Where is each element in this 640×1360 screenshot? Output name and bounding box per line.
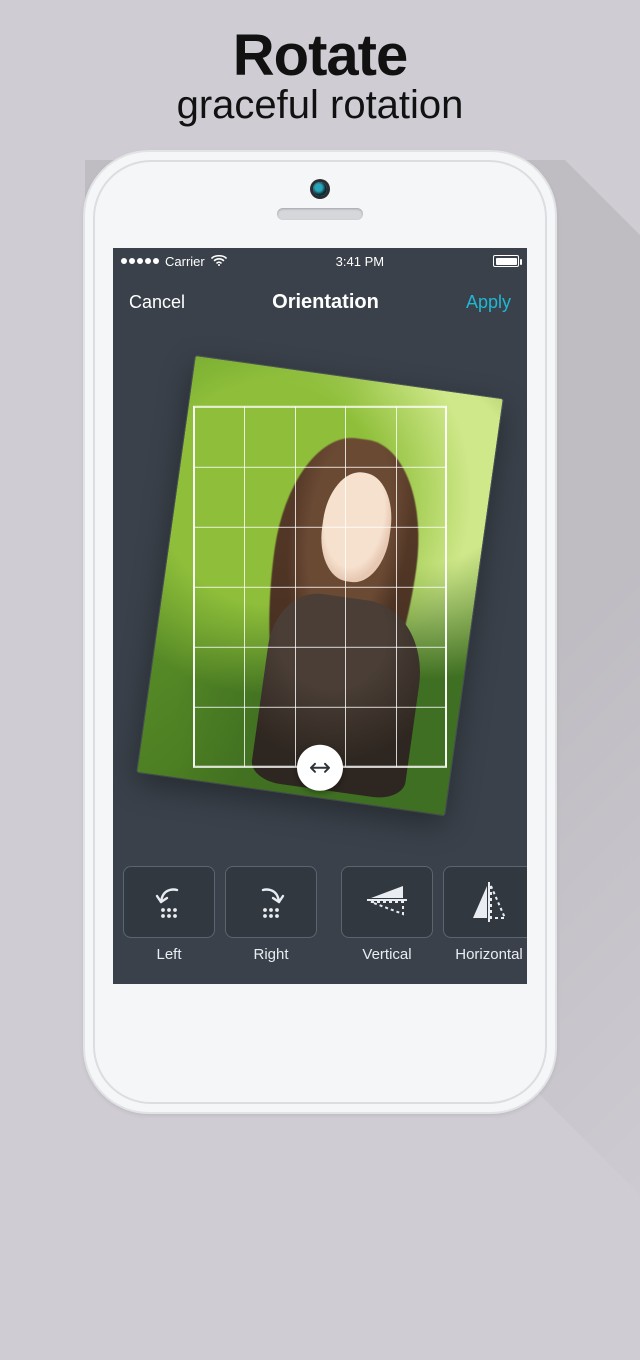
nav-bar: Cancel Orientation Apply [113, 274, 527, 330]
phone-speaker [277, 208, 363, 220]
apply-button[interactable]: Apply [466, 292, 511, 313]
rotate-left-button[interactable]: Left [123, 866, 215, 980]
rotate-right-icon [249, 880, 293, 924]
orientation-toolbar: Left Right [113, 858, 527, 984]
flip-horizontal-icon [467, 878, 511, 926]
battery-icon [493, 255, 519, 267]
rotate-left-label: Left [156, 946, 181, 963]
rotate-left-icon [147, 880, 191, 924]
page-title: Orientation [272, 291, 379, 314]
clock-label: 3:41 PM [336, 254, 384, 269]
flip-horizontal-label: Horizontal [455, 946, 523, 963]
rotate-right-label: Right [253, 946, 288, 963]
photo-preview[interactable] [137, 356, 502, 815]
phone-camera [313, 182, 327, 196]
flip-vertical-icon [361, 880, 413, 924]
cancel-button[interactable]: Cancel [129, 292, 185, 313]
flip-vertical-label: Vertical [362, 946, 411, 963]
signal-dots-icon [121, 258, 159, 264]
promo-subtitle: graceful rotation [0, 83, 640, 128]
rotate-right-button[interactable]: Right [225, 866, 317, 980]
status-bar: Carrier 3:41 PM [113, 248, 527, 274]
flip-horizontal-button[interactable]: Horizontal [443, 866, 527, 980]
app-screen: Carrier 3:41 PM Cancel Orientation Apply [113, 248, 527, 984]
editor-canvas[interactable] [113, 330, 527, 858]
phone-frame: Carrier 3:41 PM Cancel Orientation Apply [85, 152, 555, 1112]
flip-vertical-button[interactable]: Vertical [341, 866, 433, 980]
wifi-icon [211, 254, 227, 269]
promo-headline: Rotate graceful rotation [0, 22, 640, 128]
promo-title: Rotate [0, 22, 640, 89]
carrier-label: Carrier [165, 254, 205, 269]
